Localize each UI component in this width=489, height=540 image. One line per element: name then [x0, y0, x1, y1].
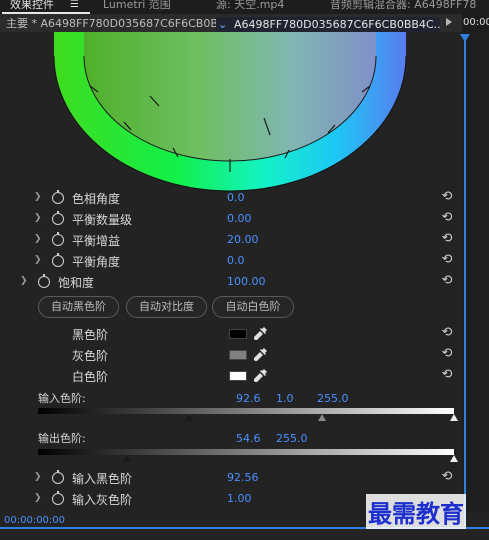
stopwatch-icon[interactable]	[52, 470, 64, 484]
stopwatch-icon[interactable]	[52, 190, 64, 204]
panel-tab-bar: 效果控件 ☰ Lumetri 范围 源: 天空.mp4 音频剪辑混合器: A64…	[0, 0, 489, 14]
param-row-balance-gain: ❯ 平衡增益 20.00 ⟲	[0, 230, 462, 250]
eyedropper-icon[interactable]	[254, 326, 268, 340]
master-clip-label[interactable]: 主要 * A6498FF780D035687C6F6CB0B...	[6, 17, 228, 31]
expand-arrow-icon[interactable]: ❯	[34, 213, 42, 223]
param-value[interactable]: 0.0	[227, 254, 245, 267]
expand-arrow-icon[interactable]: ❯	[34, 493, 42, 503]
expand-arrow-icon[interactable]: ❯	[34, 255, 42, 265]
expand-arrow-icon[interactable]: ❯	[34, 234, 42, 244]
param-value[interactable]: 92.56	[227, 471, 259, 484]
black-level-row: 黑色阶 ⟲	[0, 324, 462, 344]
input-black-slider-handle[interactable]	[185, 414, 193, 421]
reset-icon[interactable]: ⟲	[440, 253, 454, 267]
level-label: 黑色阶	[72, 328, 109, 342]
reset-icon[interactable]: ⟲	[440, 368, 454, 382]
param-label: 输入黑色阶	[72, 472, 133, 486]
clip-dropdown[interactable]: ⌄ A6498FF780D035687C6F6CB0BB4C...	[216, 17, 440, 32]
expand-arrow-icon[interactable]: ❯	[34, 472, 42, 482]
stopwatch-icon[interactable]	[52, 232, 64, 246]
reset-icon[interactable]: ⟲	[440, 274, 454, 288]
param-row-balance-magnitude: ❯ 平衡数量级 0.00 ⟲	[0, 209, 462, 229]
reset-icon[interactable]: ⟲	[440, 211, 454, 225]
watermark-logo: 最需教育	[366, 494, 466, 529]
param-row-hue-angle: ❯ 色相角度 0.0 ⟲	[0, 188, 462, 208]
param-value[interactable]: 0.00	[227, 212, 252, 225]
auto-contrast-button[interactable]: 自动对比度	[126, 296, 207, 318]
auto-white-level-button[interactable]: 自动白色阶	[212, 296, 294, 318]
output-white-value[interactable]: 255.0	[276, 432, 308, 445]
input-gamma-value[interactable]: 1.0	[276, 392, 294, 405]
level-label: 灰色阶	[72, 349, 109, 363]
param-value[interactable]: 1.00	[227, 492, 252, 505]
reset-icon[interactable]: ⟲	[440, 326, 454, 340]
output-white-slider-handle[interactable]	[450, 455, 458, 462]
clip-dropdown-label: A6498FF780D035687C6F6CB0BB4C...	[234, 18, 440, 31]
stopwatch-icon[interactable]	[38, 274, 50, 288]
output-black-value[interactable]: 54.6	[236, 432, 261, 445]
input-white-slider-handle[interactable]	[450, 414, 458, 421]
stopwatch-icon[interactable]	[52, 211, 64, 225]
gray-level-row: 灰色阶 ⟲	[0, 345, 462, 365]
param-label: 输入灰色阶	[72, 493, 133, 507]
reset-icon[interactable]: ⟲	[440, 232, 454, 246]
output-black-slider-handle[interactable]	[123, 455, 132, 462]
white-level-row: 白色阶 ⟲	[0, 366, 462, 386]
color-wheel[interactable]	[40, 32, 420, 192]
level-label: 白色阶	[72, 370, 109, 384]
output-levels-gradient	[38, 449, 454, 455]
reset-icon[interactable]: ⟲	[440, 470, 454, 484]
param-label: 饱和度	[58, 276, 95, 290]
reset-icon[interactable]: ⟲	[440, 347, 454, 361]
param-row-balance-angle: ❯ 平衡角度 0.0 ⟲	[0, 251, 462, 271]
param-value[interactable]: 20.00	[227, 233, 259, 246]
playhead-line[interactable]	[464, 40, 466, 526]
input-levels-gradient	[38, 408, 454, 414]
current-timecode[interactable]: 00:00:00:00	[4, 515, 65, 526]
expand-arrow-icon[interactable]: ❯	[20, 276, 28, 286]
tab-audio-clip-mixer[interactable]: 音频剪辑混合器: A6498FF78	[330, 0, 476, 14]
stopwatch-icon[interactable]	[52, 253, 64, 267]
input-white-value[interactable]: 255.0	[317, 392, 349, 405]
eyedropper-icon[interactable]	[254, 368, 268, 382]
tab-source[interactable]: 源: 天空.mp4	[216, 0, 284, 14]
param-row-saturation: ❯ 饱和度 100.00 ⟲	[0, 272, 462, 292]
param-label: 平衡数量级	[72, 213, 133, 227]
black-level-swatch[interactable]	[229, 329, 247, 339]
tab-lumetri-scopes[interactable]: Lumetri 范围	[103, 0, 171, 14]
param-label: 平衡角度	[72, 255, 121, 269]
input-levels-label: 输入色阶:	[38, 392, 86, 405]
stopwatch-icon[interactable]	[52, 491, 64, 505]
gray-level-swatch[interactable]	[229, 350, 247, 360]
param-label: 平衡增益	[72, 234, 121, 248]
auto-black-level-button[interactable]: 自动黑色阶	[38, 296, 119, 318]
param-row-input-black-level: ❯ 输入黑色阶 92.56 ⟲	[0, 468, 462, 488]
chevron-down-icon: ⌄	[218, 18, 228, 31]
param-value[interactable]: 0.0	[227, 191, 245, 204]
expand-arrow-icon[interactable]: ❯	[34, 192, 42, 202]
reset-icon[interactable]: ⟲	[440, 190, 454, 204]
param-label: 色相角度	[72, 192, 121, 206]
play-icon[interactable]	[446, 18, 452, 26]
eyedropper-icon[interactable]	[254, 347, 268, 361]
output-levels-label: 输出色阶:	[38, 432, 86, 445]
timeline-timecode: 00:00	[463, 17, 489, 28]
clip-selector-bar: 主要 * A6498FF780D035687C6F6CB0B... ⌄ A649…	[0, 14, 489, 32]
param-value[interactable]: 100.00	[227, 275, 266, 288]
input-black-value[interactable]: 92.6	[236, 392, 261, 405]
input-gamma-slider-handle[interactable]	[317, 414, 326, 421]
white-level-swatch[interactable]	[229, 371, 247, 381]
timeline-track[interactable]	[462, 32, 489, 517]
